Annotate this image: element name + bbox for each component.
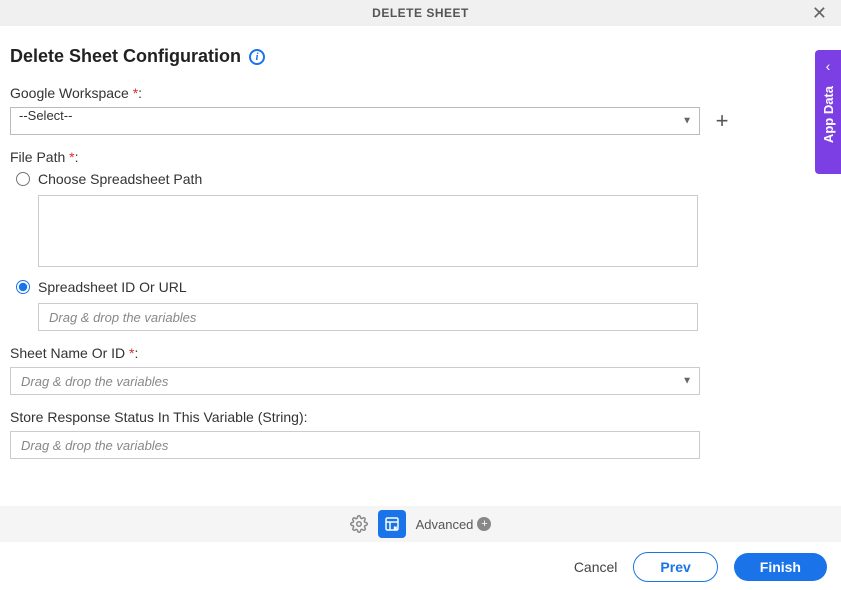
workspace-select-wrap: --Select-- ▼ — [10, 107, 700, 135]
layout-icon[interactable] — [378, 510, 406, 538]
workspace-label: Google Workspace *: — [10, 85, 831, 101]
page-title-row: Delete Sheet Configuration i — [10, 46, 831, 67]
app-data-panel-toggle[interactable]: ‹ App Data — [815, 50, 841, 174]
sheetname-field: Sheet Name Or ID *: Drag & drop the vari… — [10, 345, 831, 395]
filepath-field: File Path *: Choose Spreadsheet Path Spr… — [10, 149, 831, 331]
gear-icon[interactable] — [350, 515, 368, 533]
spreadsheet-url-input[interactable]: Drag & drop the variables — [38, 303, 698, 331]
app-data-label: App Data — [821, 86, 836, 143]
close-icon[interactable]: ✕ — [808, 3, 831, 24]
radio-choose-path-row: Choose Spreadsheet Path — [16, 171, 831, 187]
sheetname-label: Sheet Name Or ID *: — [10, 345, 831, 361]
info-icon[interactable]: i — [249, 49, 265, 65]
radio-url-row: Spreadsheet ID Or URL — [16, 279, 831, 295]
radio-choose-path-label[interactable]: Choose Spreadsheet Path — [38, 171, 202, 187]
finish-button[interactable]: Finish — [734, 553, 827, 581]
cancel-button[interactable]: Cancel — [574, 559, 618, 575]
filepath-label: File Path *: — [10, 149, 831, 165]
bottom-toolbar: Advanced + — [0, 506, 841, 542]
sheetname-select[interactable]: Drag & drop the variables — [10, 367, 700, 395]
dialog-header: DELETE SHEET ✕ — [0, 0, 841, 26]
response-input[interactable]: Drag & drop the variables — [10, 431, 700, 459]
sheetname-select-wrap: Drag & drop the variables ▼ — [10, 367, 700, 395]
plus-circle-icon: + — [477, 517, 491, 531]
add-workspace-button[interactable]: + — [710, 109, 734, 133]
prev-button[interactable]: Prev — [633, 552, 717, 582]
page-title: Delete Sheet Configuration — [10, 46, 241, 67]
spreadsheet-path-box[interactable] — [38, 195, 698, 267]
workspace-select[interactable]: --Select-- — [10, 107, 700, 135]
response-label: Store Response Status In This Variable (… — [10, 409, 831, 425]
advanced-toggle[interactable]: Advanced + — [416, 517, 492, 532]
workspace-field: Google Workspace *: --Select-- ▼ + — [10, 85, 831, 135]
content-area: Delete Sheet Configuration i Google Work… — [0, 26, 841, 459]
dialog-title: DELETE SHEET — [372, 6, 469, 20]
chevron-left-icon: ‹ — [826, 58, 831, 74]
radio-spreadsheet-url-label[interactable]: Spreadsheet ID Or URL — [38, 279, 187, 295]
radio-spreadsheet-url[interactable] — [16, 280, 30, 294]
radio-choose-path[interactable] — [16, 172, 30, 186]
footer-buttons: Cancel Prev Finish — [574, 552, 827, 582]
response-field: Store Response Status In This Variable (… — [10, 409, 831, 459]
